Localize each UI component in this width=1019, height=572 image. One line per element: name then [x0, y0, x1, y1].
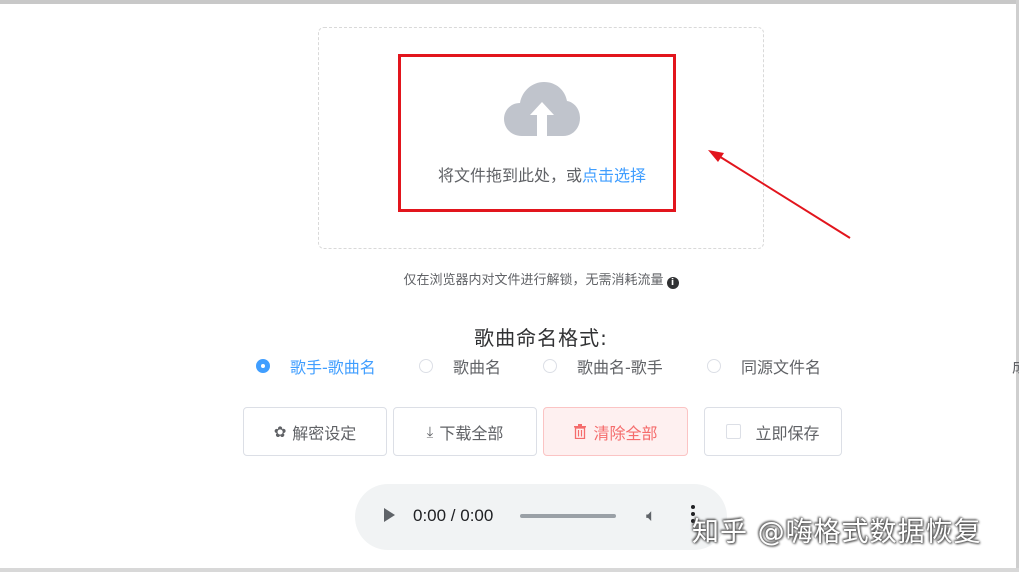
button-label: 清除全部 — [593, 423, 658, 443]
radio-song[interactable]: 歌曲名 — [419, 355, 501, 377]
radio-dot[interactable] — [707, 359, 721, 373]
radio-label: 歌曲名 — [453, 358, 502, 377]
checkbox-box[interactable] — [726, 424, 742, 439]
player-time: 0:00 / 0:00 — [413, 506, 494, 525]
window-bottom-border — [0, 568, 1019, 572]
button-label: 解密设定 — [292, 423, 357, 443]
button-label: 下载全部 — [439, 423, 504, 443]
info-icon[interactable]: i — [666, 277, 679, 289]
clear-all-button[interactable]: 清除全部 — [543, 407, 688, 456]
radio-song-singer[interactable]: 歌曲名-歌手 — [543, 355, 663, 377]
download-all-button[interactable]: ⤓ 下载全部 — [393, 407, 537, 456]
annotation-highlight-box — [398, 54, 676, 212]
decrypt-settings-button[interactable]: ✿ 解密设定 — [243, 407, 387, 456]
local-processing-tip: 仅在浏览器内对文件进行解锁，无需消耗流量 i — [318, 269, 764, 289]
radio-label: 歌曲名-歌手 — [577, 358, 663, 377]
checkbox-label: 立即保存 — [755, 423, 820, 443]
radio-dot-checked[interactable] — [256, 359, 270, 373]
play-icon[interactable] — [384, 508, 395, 522]
radio-singer-song[interactable]: 歌手-歌曲名 — [256, 355, 376, 377]
radio-dot[interactable] — [543, 359, 557, 373]
player-progress-bar[interactable] — [520, 514, 616, 518]
trash-icon — [574, 424, 587, 439]
save-now-checkbox[interactable]: 立即保存 — [704, 407, 842, 456]
annotation-arrow — [708, 150, 851, 239]
naming-format-title: 歌曲命名格式: — [474, 326, 608, 350]
download-icon: ⤓ — [426, 422, 434, 441]
window-top-border — [0, 0, 1019, 4]
radio-dot[interactable] — [419, 359, 433, 373]
watermark: 知乎 @嗨格式数据恢复 — [692, 517, 982, 548]
clipped-edge-text: 成 — [1012, 356, 1019, 377]
volume-icon[interactable]: 🔈︎ — [646, 506, 656, 526]
gear-icon: ✿ — [273, 422, 287, 441]
radio-source-filename[interactable]: 同源文件名 — [707, 355, 821, 377]
tip-text: 仅在浏览器内对文件进行解锁，无需消耗流量 — [403, 273, 664, 288]
radio-label: 歌手-歌曲名 — [290, 358, 376, 377]
radio-label: 同源文件名 — [741, 358, 822, 377]
